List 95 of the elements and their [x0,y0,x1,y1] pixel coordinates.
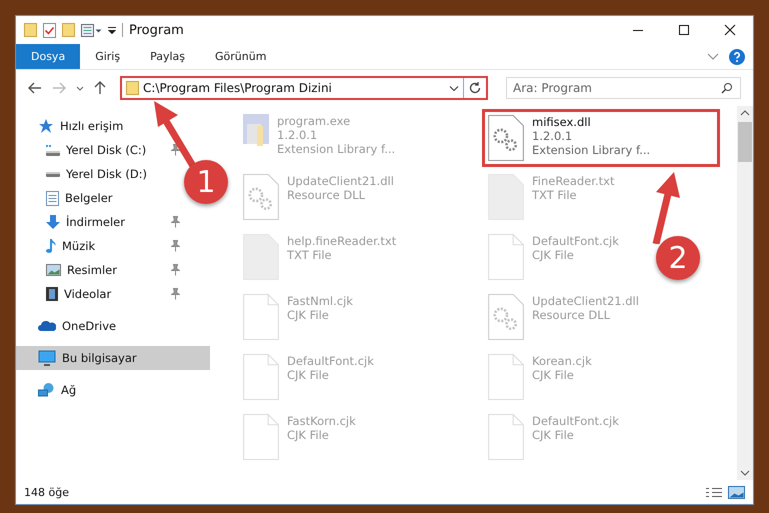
file-icon [243,414,279,460]
star-icon [38,118,54,134]
file-name: Korean.cjk [532,354,592,368]
file-detail: TXT File [532,188,578,202]
installer-icon [243,114,269,146]
picture-icon [46,264,61,276]
search-field[interactable]: Ara: Program [506,77,741,99]
checklist-icon[interactable] [43,22,56,38]
file-name: DefaultFont.cjk [287,354,374,368]
refresh-icon[interactable] [468,81,482,95]
file-detail: Extension Library f... [532,143,650,157]
pin-icon[interactable] [171,264,180,276]
sidebar-item[interactable]: Müzik [16,234,184,258]
file-detail: Resource DLL [287,188,366,202]
scroll-thumb[interactable] [738,122,752,162]
file-detail: CJK File [287,428,330,442]
sidebar-item[interactable]: Yerel Disk (D:) [16,162,184,186]
chevron-icon[interactable] [76,86,84,90]
file-detail: 1.2.0.1 [532,129,574,143]
drive-icon [46,172,60,176]
ribbon-tab[interactable]: Dosya [16,44,80,69]
scroll-up-icon[interactable] [740,110,750,116]
pin-icon[interactable] [171,288,180,300]
ribbon-tab[interactable]: Giriş [80,44,136,69]
file-detail: Extension Library f... [277,142,396,156]
search-icon[interactable] [721,82,733,94]
drive-icon [46,144,60,156]
file-tile[interactable]: mifisex.dll 1.2.0.1 Extension Library f... [482,109,720,167]
scroll-down-icon[interactable] [740,470,750,476]
download-arrow-icon [46,215,60,229]
file-icon [488,234,524,280]
help-icon[interactable] [729,48,745,64]
properties-icon[interactable] [81,24,102,36]
pin-icon[interactable] [171,216,180,228]
file-icon [243,234,279,280]
dropdown-icon[interactable] [108,26,116,34]
file-name: DefaultFont.cjk [532,234,619,248]
file-detail: Resource DLL [532,308,612,322]
cloud-icon [38,321,56,331]
sidebar-item[interactable]: Hızlı erişim [16,114,168,138]
scrollbar[interactable] [737,106,753,480]
maximize-icon[interactable] [679,25,689,35]
film-icon [46,287,58,301]
sidebar-item[interactable]: Belgeler [16,186,184,210]
thumbnail-view-icon[interactable] [728,486,745,498]
ribbon-tab[interactable]: Paylaş [135,44,200,69]
item-count: 148 öğe [24,486,69,498]
file-detail: TXT File [287,248,333,262]
file-detail: CJK File [287,308,330,322]
chevron-icon[interactable] [449,86,459,90]
file-name: UpdateClient21.dll [532,294,639,308]
monitor-icon [38,350,56,366]
file-detail: CJK File [532,248,575,262]
up-arrow-icon[interactable] [94,81,106,95]
gear-file-icon [488,294,524,340]
back-arrow-icon[interactable] [28,82,42,94]
pin-icon[interactable] [171,144,180,156]
sidebar-item[interactable]: Ağ [16,378,168,402]
file-name: DefaultFont.cjk [532,414,619,428]
music-note-icon [46,238,56,254]
sidebar-item[interactable]: İndirmeler [16,210,184,234]
sidebar-item[interactable]: Resimler [16,258,184,282]
ribbon-tab[interactable]: Görünüm [200,44,282,69]
file-detail: CJK File [287,368,330,382]
file-detail: 1.2.0.1 [277,128,318,142]
file-name: FastNml.cjk [287,294,353,308]
arrow [650,172,680,244]
pin-icon[interactable] [171,240,180,252]
gear-file-icon [243,174,279,220]
file-detail: CJK File [532,368,575,382]
close-icon[interactable] [724,24,736,36]
file-icon [243,294,279,340]
file-name: program.exe [277,114,352,128]
file-icon [488,174,524,220]
window-title: Program [129,22,184,38]
folder-icon [126,81,139,95]
file-name: mifisex.dll [532,115,592,129]
sidebar-item[interactable]: Yerel Disk (C:) [16,138,184,162]
file-icon [243,354,279,400]
file-icon [488,354,524,400]
file-name: help.fineReader.txt [287,234,396,248]
network-icon [38,383,55,397]
details-view-icon[interactable] [706,488,722,496]
sidebar-item[interactable]: OneDrive [16,314,168,338]
file-detail: CJK File [532,428,575,442]
sidebar-item[interactable]: Videolar [16,282,184,306]
gear-file-icon [488,115,524,161]
sidebar-item[interactable]: Bu bilgisayar [16,346,210,370]
file-name: UpdateClient21.dll [287,174,394,188]
address-path: C:\Program Files\Program Dizini [143,81,333,95]
document-icon [46,190,59,206]
file-name: FastKorn.cjk [287,414,356,428]
file-icon [488,414,524,460]
file-name: FineReader.txt [532,174,614,188]
address-field[interactable]: C:\Program Files\Program Dizini [120,76,488,100]
